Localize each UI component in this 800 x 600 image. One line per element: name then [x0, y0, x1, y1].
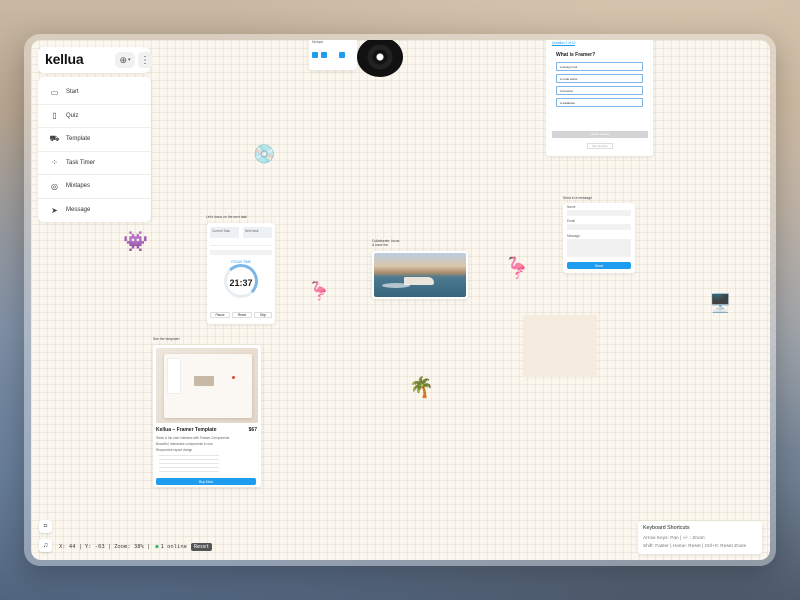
name-field[interactable]	[567, 210, 631, 216]
boat-caption: Collaborate, focus & have fun	[372, 239, 400, 247]
task-progress-row	[210, 241, 272, 246]
cd-disc-icon[interactable]: 💿	[253, 145, 275, 163]
online-status-dot: ●	[155, 544, 159, 550]
keyboard-shortcuts-panel: Keyboard Shortcuts Arrow Keys: Pan | +/-…	[638, 521, 762, 554]
timer-caption: Let's focus on the next task	[206, 215, 247, 219]
template-feature: Beautiful, interactive components to use	[156, 442, 213, 446]
play-button[interactable]	[312, 52, 318, 58]
mixtape-card[interactable]: Mixtape	[309, 40, 357, 70]
template-sidebar-preview	[167, 358, 181, 394]
bookmark-check-icon: ▯	[52, 111, 57, 121]
next-task-box[interactable]: Next task	[243, 227, 272, 238]
check-answer-button[interactable]: Check answer	[552, 131, 648, 138]
globe-icon[interactable]: ⊕ ▾	[115, 52, 135, 68]
vinyl-record-icon[interactable]	[357, 40, 403, 77]
boat-image-card[interactable]	[372, 251, 468, 299]
sidebar-item-label: Mixtapes	[66, 183, 91, 190]
current-task-box[interactable]: Current Task	[210, 227, 239, 238]
sidebar-item-message[interactable]: ➤ Message	[38, 199, 151, 223]
x-coordinate: X: 44	[59, 544, 76, 550]
forward-button[interactable]	[339, 52, 345, 58]
speedboat-photo	[374, 253, 466, 297]
coordinate-status-bar: X: 44 | Y: -63 | Zoom: 38% | ● 1 online …	[59, 542, 213, 552]
desktop-computer-icon[interactable]: 🖥️	[709, 294, 731, 312]
reset-view-button[interactable]: Reset	[191, 543, 213, 551]
more-vertical-icon[interactable]: ⋮	[138, 52, 152, 68]
template-caption: See the template!	[153, 337, 180, 341]
pause-button[interactable]: Pause	[210, 312, 230, 318]
task-timer-card[interactable]: Current Task Next task FOCUS TIME 21:37 …	[207, 223, 275, 324]
id-card-icon: ▭	[50, 87, 59, 97]
template-title: Kellua – Framer Template	[156, 427, 217, 433]
palm-tree-icon[interactable]: 🌴	[409, 378, 434, 398]
template-detail-lines	[159, 455, 219, 475]
template-card[interactable]: Kellua – Framer Template $67 Sleek & fun…	[153, 345, 261, 487]
shortcuts-line: Shift: Faster | Home: Reset | Ctrl+0: Re…	[643, 544, 747, 549]
next-question-button[interactable]: Next question	[587, 143, 613, 149]
tag-icon[interactable]: ⌗	[39, 520, 52, 533]
current-task-label: Current Task	[212, 229, 231, 233]
quiz-option[interactable]: A browser	[556, 86, 643, 95]
sidebar-item-label: Start	[66, 89, 79, 96]
quiz-option[interactable]: A database	[556, 98, 643, 107]
email-field[interactable]	[567, 224, 631, 230]
sidebar-item-task-timer[interactable]: ⁘ Task Timer	[38, 152, 151, 175]
grid-icon: ⁘	[51, 158, 58, 168]
sidebar-item-template[interactable]: ⛟ Template	[38, 128, 151, 152]
template-pin-preview	[232, 376, 235, 379]
zoom-level: Zoom: 38%	[114, 544, 144, 550]
empty-drop-zone[interactable]	[523, 315, 597, 377]
send-button[interactable]: Send	[567, 262, 631, 269]
task-input[interactable]	[210, 250, 272, 255]
quiz-option[interactable]: A design tool	[556, 62, 643, 71]
template-price: $67	[248, 427, 257, 433]
disc-icon: ◎	[51, 181, 58, 191]
template-image-preview	[194, 376, 214, 386]
flamingo-float-icon[interactable]: 🦩	[504, 258, 530, 279]
sidebar-item-start[interactable]: ▭ Start	[38, 81, 151, 105]
sidebar-item-label: Message	[66, 207, 91, 214]
message-field[interactable]	[567, 239, 631, 257]
shortcuts-line: Arrow Keys: Pan | +/- : Zoom	[643, 536, 705, 541]
shortcuts-title: Keyboard Shortcuts	[643, 525, 690, 531]
skip-button[interactable]: Skip	[254, 312, 272, 318]
message-caption: Send in a message	[563, 196, 593, 200]
send-icon: ➤	[51, 205, 58, 215]
template-preview-image	[156, 348, 258, 423]
sidebar-item-label: Template	[66, 136, 91, 143]
sidebar-item-mixtapes[interactable]: ◎ Mixtapes	[38, 175, 151, 199]
reset-timer-button[interactable]: Reset	[232, 312, 252, 318]
music-note-icon[interactable]: ♫	[39, 539, 52, 552]
next-task-label: Next task	[245, 229, 259, 233]
name-label: Name	[567, 205, 576, 209]
template-feature: Sleek & fun user interface with Framer C…	[156, 436, 230, 440]
cocktail-bird-icon[interactable]: 🦩	[308, 282, 330, 300]
quiz-option[interactable]: A code editor	[556, 74, 643, 83]
template-feature: Responsive layout design	[156, 448, 193, 452]
quiz-card[interactable]: Question 1 of 10 What is Framer? A desig…	[546, 40, 653, 156]
online-count: 1 online	[160, 544, 188, 550]
quiz-progress-tab[interactable]: Question 1 of 10	[552, 41, 576, 46]
buy-now-button[interactable]: Buy Now	[156, 478, 256, 485]
message-card[interactable]: Name Email Message Send	[563, 203, 635, 273]
sidebar-item-label: Task Timer	[66, 159, 96, 166]
next-button[interactable]	[321, 52, 327, 58]
quiz-question: What is Framer?	[556, 52, 596, 58]
cart-icon: ⛟	[49, 134, 60, 144]
sidebar-menu: ▭ Start ▯ Quiz ⛟ Template ⁘ Task Timer ◎…	[38, 77, 151, 222]
sidebar-item-label: Quiz	[66, 112, 79, 119]
top-bar: kellua ⊕ ▾ ⋮	[38, 47, 152, 73]
infinite-canvas[interactable]: kellua ⊕ ▾ ⋮ ▭ Start ▯ Quiz ⛟ Template ⁘ …	[31, 40, 770, 560]
boat-wake	[382, 283, 410, 288]
timer-display: 21:37	[229, 278, 253, 288]
brand-logo[interactable]: kellua	[45, 51, 84, 67]
y-coordinate: Y: -63	[84, 544, 105, 550]
mixtape-caption: Mixtape	[312, 40, 324, 44]
email-label: Email	[567, 219, 575, 223]
sidebar-item-quiz[interactable]: ▯ Quiz	[38, 105, 151, 128]
template-screenshot	[164, 354, 252, 418]
retro-computer-icon[interactable]: 👾	[123, 232, 148, 252]
message-label: Message	[567, 234, 580, 238]
